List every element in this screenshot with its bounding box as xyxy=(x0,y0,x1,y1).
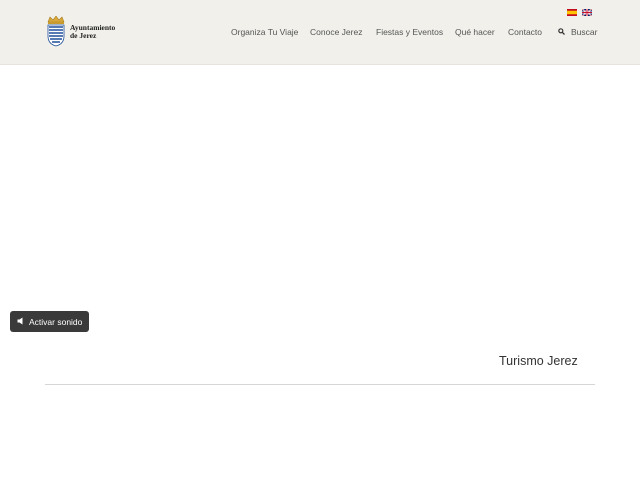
search-icon xyxy=(558,27,571,37)
speaker-icon xyxy=(17,317,29,327)
search-label: Buscar xyxy=(571,27,598,37)
activate-sound-button[interactable]: Activar sonido xyxy=(10,311,89,332)
language-switcher xyxy=(567,3,593,17)
nav-item-fiestas-y-eventos[interactable]: Fiestas y Eventos xyxy=(376,27,443,37)
site-header: Ayuntamiento de Jerez Organiza Tu Viaje … xyxy=(0,0,640,65)
search-button[interactable]: Buscar xyxy=(558,27,597,37)
nav-item-contacto[interactable]: Contacto xyxy=(508,27,542,37)
nav-item-organiza-tu-viaje[interactable]: Organiza Tu Viaje xyxy=(231,27,298,37)
divider xyxy=(45,384,595,385)
page-title: Turismo Jerez xyxy=(499,354,578,368)
main-nav: Organiza Tu Viaje Conoce Jerez Fiestas y… xyxy=(0,27,640,39)
spain-flag-icon[interactable] xyxy=(567,3,577,16)
activate-sound-label: Activar sonido xyxy=(29,316,83,327)
uk-flag-icon[interactable] xyxy=(581,3,593,17)
nav-item-que-hacer[interactable]: Qué hacer xyxy=(455,27,495,37)
nav-item-conoce-jerez[interactable]: Conoce Jerez xyxy=(310,27,362,37)
